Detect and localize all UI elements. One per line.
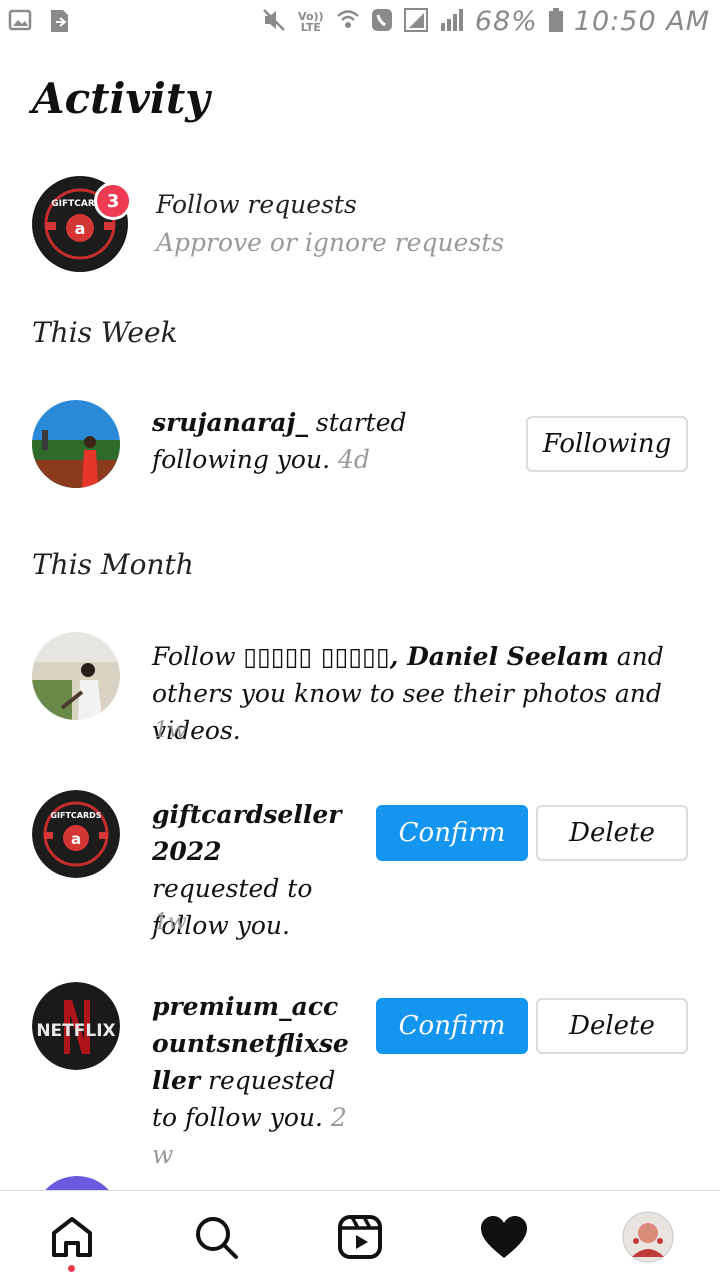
user-avatar[interactable]: a GIFTCARDS bbox=[32, 790, 120, 878]
follow-requests-title: Follow requests bbox=[156, 190, 357, 219]
delete-button[interactable]: Delete bbox=[536, 998, 688, 1054]
list-item[interactable]: Follow ▯▯▯▯▯ ▯▯▯▯▯, Daniel Seelam and ot… bbox=[0, 628, 720, 748]
battery-icon bbox=[548, 7, 564, 37]
user-avatar[interactable] bbox=[32, 400, 120, 488]
signal-sim2-icon bbox=[439, 7, 465, 37]
username-link[interactable]: srujanaraj_ bbox=[152, 408, 308, 437]
activity-text: premium_accountsnetflixseller requested … bbox=[152, 988, 352, 1173]
suggested-names: ▯▯▯▯▯ ▯▯▯▯▯, Daniel Seelam bbox=[243, 642, 609, 671]
suggestion-text: Follow ▯▯▯▯▯ ▯▯▯▯▯, Daniel Seelam and ot… bbox=[152, 638, 692, 749]
delete-button[interactable]: Delete bbox=[536, 805, 688, 861]
follow-requests-subtitle: Approve or ignore requests bbox=[156, 228, 505, 257]
section-this-month: This Month bbox=[32, 548, 194, 581]
battery-percent: 68% bbox=[474, 6, 538, 37]
list-item: srujanaraj_ started following you. 4d Fo… bbox=[0, 396, 720, 496]
list-item: NETFLIX premium_accountsnetflixseller re… bbox=[0, 980, 720, 1169]
clock: 10:50 AM bbox=[573, 6, 710, 37]
mute-icon bbox=[261, 7, 287, 37]
netflix-logo-text: NETFLIX bbox=[36, 1021, 115, 1041]
following-button[interactable]: Following bbox=[526, 416, 688, 472]
svg-text:a: a bbox=[71, 830, 81, 848]
page-title: Activity bbox=[32, 74, 210, 123]
user-avatar[interactable]: NETFLIX bbox=[32, 982, 120, 1070]
activity-text: srujanaraj_ started following you. 4d bbox=[152, 404, 442, 478]
list-item: a GIFTCARDS giftcardseller 2022 requeste… bbox=[0, 788, 720, 948]
gallery-icon bbox=[8, 8, 32, 38]
svg-text:a: a bbox=[75, 219, 86, 238]
follow-requests-row[interactable]: a GIFTCARDS 3 Follow requests Approve or… bbox=[0, 168, 720, 278]
phone-icon bbox=[371, 7, 393, 37]
volte-label: Vo)) LTE bbox=[298, 9, 324, 34]
bottom-nav bbox=[0, 1190, 720, 1280]
timestamp: 1w bbox=[154, 910, 187, 935]
wifi-calling-icon bbox=[335, 7, 361, 37]
home-icon[interactable] bbox=[46, 1211, 98, 1263]
search-icon[interactable] bbox=[190, 1211, 242, 1263]
suggestion-prefix: Follow bbox=[152, 642, 244, 671]
activity-heart-icon[interactable] bbox=[478, 1211, 530, 1263]
reels-icon[interactable] bbox=[334, 1211, 386, 1263]
username-link[interactable]: giftcardseller 2022 bbox=[152, 800, 341, 866]
sd-card-icon bbox=[46, 8, 72, 38]
profile-avatar[interactable] bbox=[622, 1211, 674, 1263]
status-bar: Vo)) LTE 68% 10:50 AM bbox=[0, 0, 720, 48]
confirm-button[interactable]: Confirm bbox=[376, 805, 528, 861]
section-this-week: This Week bbox=[32, 316, 178, 349]
user-avatar bbox=[32, 632, 120, 720]
follow-requests-badge: 3 bbox=[94, 182, 132, 220]
signal-sim1-icon bbox=[403, 7, 429, 37]
giftcards-logo-text: GIFTCARDS bbox=[50, 811, 101, 820]
notification-dot bbox=[68, 1265, 75, 1272]
confirm-button[interactable]: Confirm bbox=[376, 998, 528, 1054]
timestamp: 4d bbox=[337, 445, 370, 474]
timestamp: 1w bbox=[154, 718, 187, 743]
